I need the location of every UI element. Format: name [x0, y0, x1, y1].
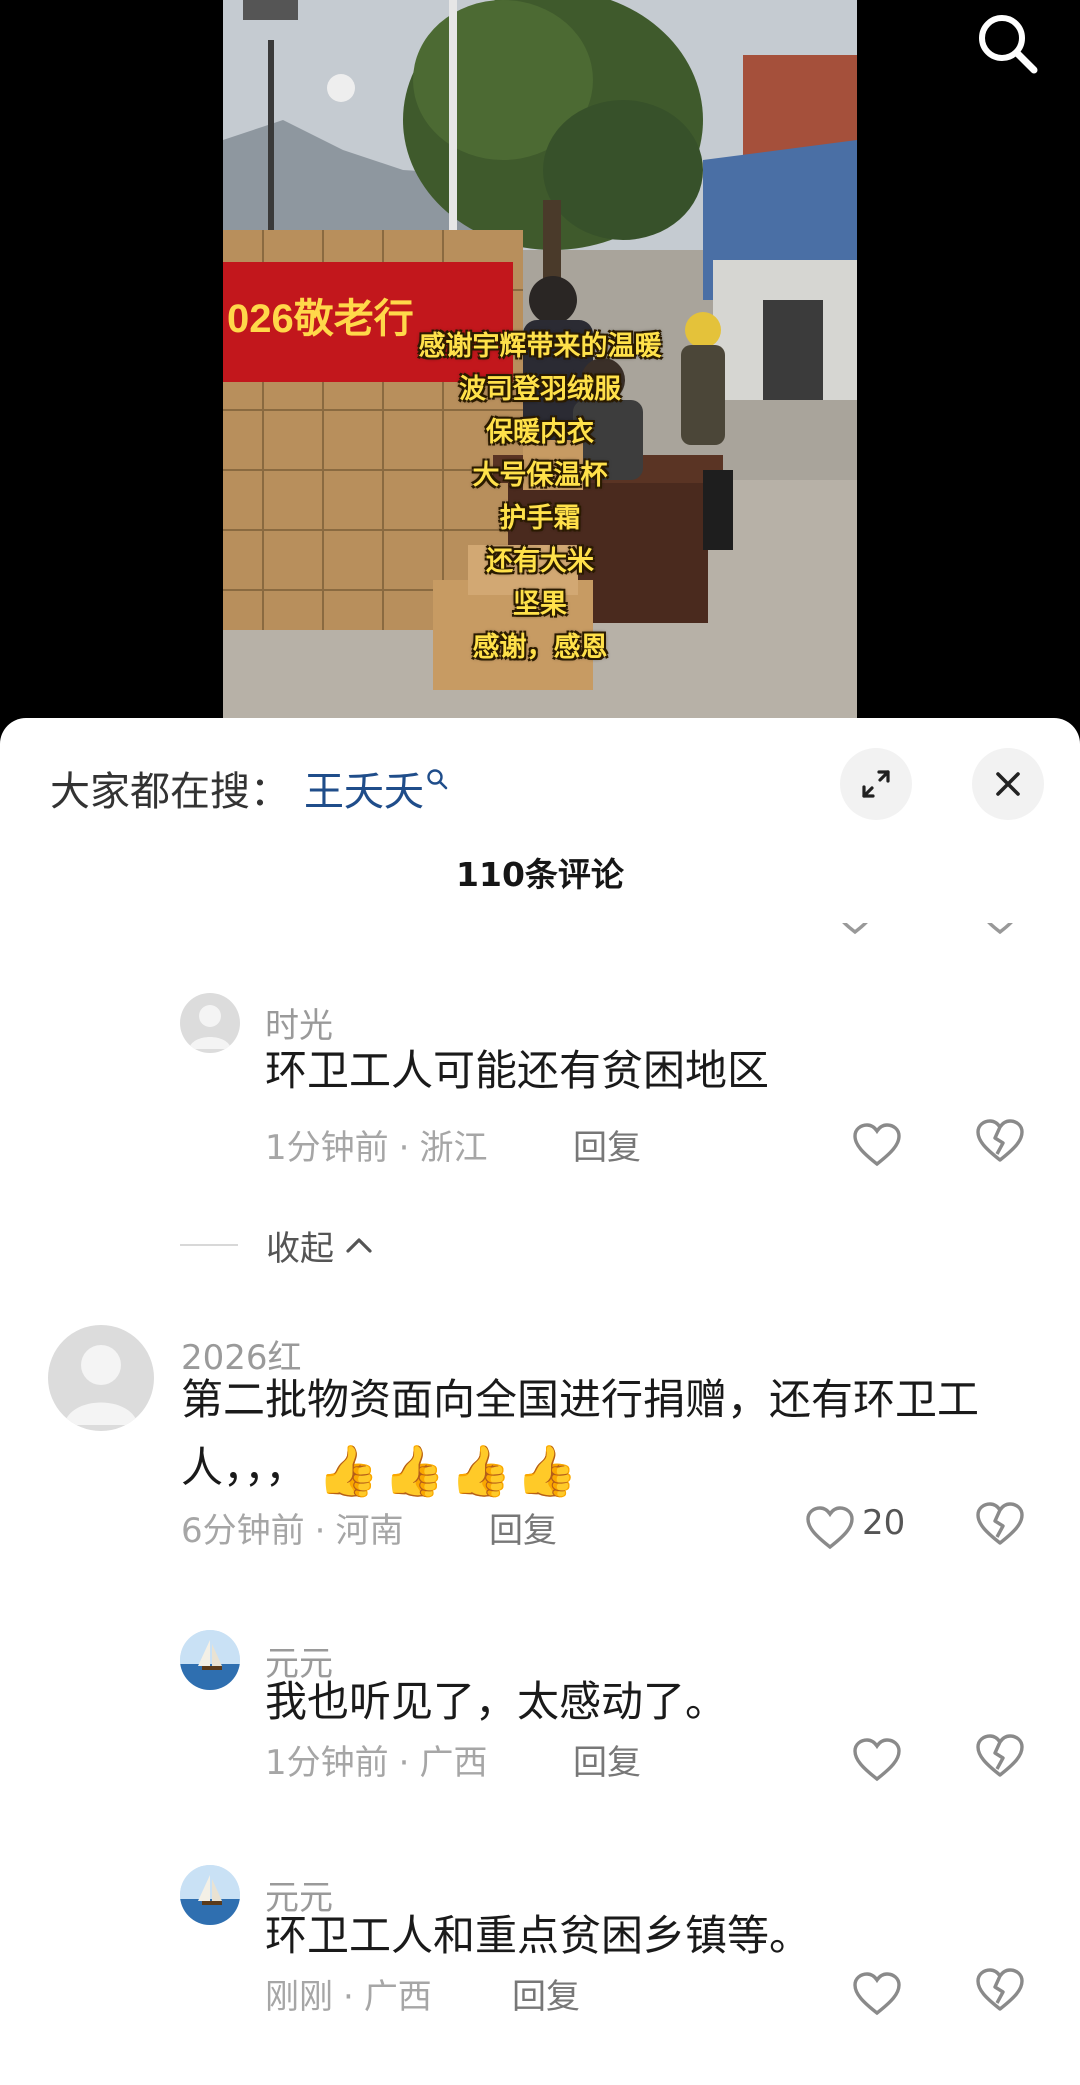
video-player[interactable]: 026敬老行 感谢宇辉带来的温暖 波司登羽绒服 保暖内衣 大号保温杯 护手霜 还…: [0, 0, 1080, 735]
chevron-up-icon: [346, 1238, 372, 1253]
thumbs-up-icon: 👍: [317, 1441, 380, 1500]
heart-icon: [806, 1506, 854, 1550]
clipped-comment-row: ▔▔▔▔▔ ▔▔▔ ▔▔: [0, 923, 1080, 937]
comment-meta: 6分钟前 · 河南: [181, 1503, 403, 1552]
meta-separator: ·: [398, 1743, 410, 1783]
video-caption-overlay: 感谢宇辉带来的温暖 波司登羽绒服 保暖内衣 大号保温杯 护手霜 还有大米 坚果 …: [223, 325, 857, 669]
comment-location: 广西: [419, 1743, 488, 1783]
avatar[interactable]: [48, 1325, 154, 1431]
caption-line: 感谢，感恩: [472, 632, 608, 663]
thumbs-up-emojis: 👍 👍 👍 👍: [317, 1441, 582, 1501]
heart-icon: [853, 1123, 901, 1167]
comment-count-title: 110条评论: [456, 855, 624, 894]
dislike-button[interactable]: [975, 1967, 1029, 2021]
meta-separator: ·: [398, 1128, 410, 1168]
sailboat-avatar-icon: [180, 1865, 240, 1925]
sailboat-avatar-icon: [180, 1630, 240, 1690]
search-button[interactable]: [970, 6, 1046, 82]
trending-term-link[interactable]: 王夭夭: [304, 759, 424, 817]
dislike-button[interactable]: [975, 1501, 1029, 1555]
default-avatar-icon: [189, 1005, 231, 1049]
reply-button[interactable]: 回复: [489, 1503, 557, 1552]
broken-heart-icon: [976, 1119, 1024, 1162]
broken-heart-icon: [976, 1968, 1024, 2011]
comment-meta: 1分钟前 · 浙江: [265, 1120, 487, 1169]
reply-button[interactable]: 回复: [573, 1120, 641, 1169]
default-avatar-icon: [64, 1345, 138, 1425]
meta-separator: ·: [343, 1977, 354, 2017]
search-icon: [979, 15, 1038, 74]
collapse-divider: [180, 1244, 238, 1246]
comment-text: 环卫工人和重点贫困乡镇等。: [265, 1911, 812, 1960]
comment-sheet: 大家都在搜： 王夭夭 110条评论 ▔▔▔▔▔ ▔▔▔ ▔▔ 时光 环: [0, 718, 1080, 2085]
like-button[interactable]: [852, 1733, 906, 1787]
expand-button[interactable]: [840, 748, 912, 820]
heart-icon: [842, 923, 868, 935]
like-count: 20: [862, 1503, 906, 1543]
trending-search[interactable]: 大家都在搜： 王夭夭: [50, 758, 448, 818]
comment-text: 第二批物资面向全国进行捐赠，还有环卫工人，，， 👍 👍 👍 👍: [181, 1366, 1011, 1502]
meta-separator: ·: [314, 1511, 326, 1551]
like-button[interactable]: [852, 1967, 906, 2021]
caption-line: 护手霜: [499, 503, 581, 534]
comment-location: 河南: [335, 1511, 404, 1551]
reply-button[interactable]: 回复: [573, 1735, 641, 1784]
avatar[interactable]: [180, 993, 240, 1053]
broken-heart-icon: [976, 1502, 1024, 1545]
comment-text: 我也听见了，太感动了。: [265, 1677, 728, 1726]
caption-line: 保暖内衣: [486, 417, 594, 448]
broken-heart-icon: [976, 1734, 1024, 1777]
caption-line: 还有大米: [486, 546, 594, 577]
comment-time: 1分钟前: [265, 1743, 389, 1783]
comment-meta: 1分钟前 · 广西: [265, 1735, 487, 1784]
like-button[interactable]: [805, 1501, 859, 1555]
comment-location: 广西: [363, 1977, 432, 2017]
caption-line: 感谢宇辉带来的温暖: [418, 331, 662, 362]
caption-line: 大号保温杯: [472, 460, 608, 491]
comment-text: 环卫工人可能还有贫困地区: [265, 1046, 770, 1095]
heart-icon: [853, 1972, 901, 2016]
comment-time: 6分钟前: [181, 1511, 305, 1551]
video-frame: 026敬老行 感谢宇辉带来的温暖 波司登羽绒服 保暖内衣 大号保温杯 护手霜 还…: [223, 0, 857, 735]
thumbs-up-icon: 👍: [449, 1441, 512, 1500]
broken-heart-icon: [987, 923, 1013, 935]
trending-label: 大家都在搜：: [50, 769, 290, 815]
close-button[interactable]: [972, 748, 1044, 820]
avatar[interactable]: [180, 1865, 240, 1925]
thumbs-up-icon: 👍: [383, 1441, 446, 1500]
heart-icon: [853, 1738, 901, 1782]
expand-icon: [862, 770, 890, 798]
close-icon: [996, 772, 1020, 796]
search-icon: [427, 769, 448, 790]
thumbs-up-icon: 👍: [515, 1441, 579, 1500]
comment-time: 1分钟前: [265, 1128, 389, 1168]
collapse-replies[interactable]: 收起: [180, 1220, 374, 1270]
dislike-button[interactable]: [975, 1118, 1029, 1172]
clipped-meta: ▔▔▔▔▔ ▔▔▔ ▔▔: [265, 923, 594, 937]
caption-line: 波司登羽绒服: [459, 374, 621, 405]
avatar[interactable]: [180, 1630, 240, 1690]
comment-time: 刚刚: [265, 1977, 333, 2017]
like-button[interactable]: [852, 1118, 906, 1172]
comment-meta: 刚刚 · 广西: [265, 1969, 432, 2018]
reply-button[interactable]: 回复: [512, 1969, 580, 2018]
comment-location: 浙江: [419, 1128, 488, 1168]
collapse-label: 收起: [266, 1228, 334, 1269]
dislike-button[interactable]: [975, 1733, 1029, 1787]
caption-line: 坚果: [513, 589, 567, 620]
